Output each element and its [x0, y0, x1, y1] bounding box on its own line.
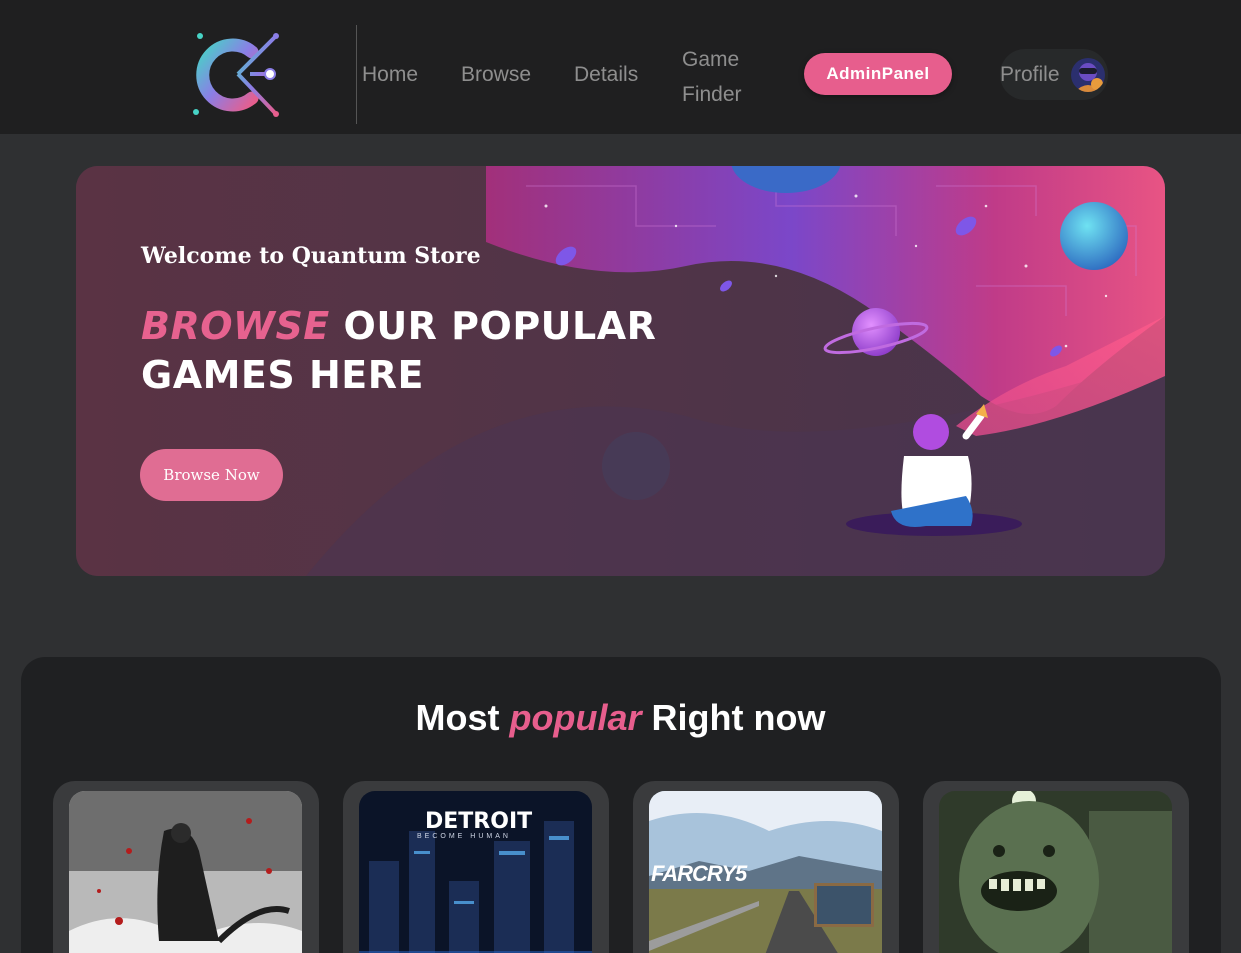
hero-headline: BROWSE OUR POPULAR GAMES HERE — [141, 302, 656, 400]
far-cry-5-cover: FARCRY5 — [649, 791, 882, 953]
browse-now-button[interactable]: Browse Now — [140, 449, 283, 501]
detroit-become-human-cover: DETROIT BECOME HUMAN — [359, 791, 592, 953]
hero-headline-rest2: GAMES HERE — [141, 353, 424, 397]
nav-game-finder-line2: Finder — [682, 83, 742, 106]
nav-divider — [356, 25, 357, 124]
nav-home-link[interactable]: Home — [362, 63, 418, 87]
avatar — [1071, 58, 1105, 92]
farcry-title: FARCRY5 — [651, 861, 747, 886]
popular-title-prefix: Most — [415, 697, 510, 738]
game-card[interactable]: FARCRY5 — [633, 781, 899, 953]
game-card[interactable]: DETROIT BECOME HUMAN — [343, 781, 609, 953]
popular-title-suffix: Right now — [641, 697, 826, 738]
hero-headline-rest1: OUR POPULAR — [329, 304, 657, 348]
nav-game-finder-line1: Game — [682, 48, 740, 71]
welcome-text: Welcome to Quantum Store — [141, 243, 481, 269]
quantum-logo-icon[interactable] — [190, 28, 282, 120]
admin-panel-button[interactable]: AdminPanel — [804, 53, 952, 95]
nav-browse-link[interactable]: Browse — [461, 63, 531, 87]
profile-label: Profile — [1000, 62, 1060, 86]
most-popular-title: Most popular Right now — [0, 697, 1241, 739]
outlast-cover — [939, 791, 1172, 953]
ghost-of-tsushima-cover — [69, 791, 302, 953]
hero-banner: Welcome to Quantum Store BROWSE OUR POPU… — [76, 166, 1165, 576]
nav-game-finder-link[interactable]: Game Finder — [682, 42, 742, 112]
hero-headline-accent: BROWSE — [141, 304, 330, 348]
top-nav-bar: Home Browse Details Game Finder AdminPan… — [0, 0, 1241, 134]
detroit-title: DETROIT — [425, 809, 533, 834]
detroit-subtitle: BECOME HUMAN — [417, 833, 511, 840]
game-card[interactable] — [53, 781, 319, 953]
profile-button[interactable]: Profile — [1000, 49, 1108, 100]
game-card[interactable] — [923, 781, 1189, 953]
nav-details-link[interactable]: Details — [574, 63, 638, 87]
popular-title-accent: popular — [509, 697, 642, 738]
